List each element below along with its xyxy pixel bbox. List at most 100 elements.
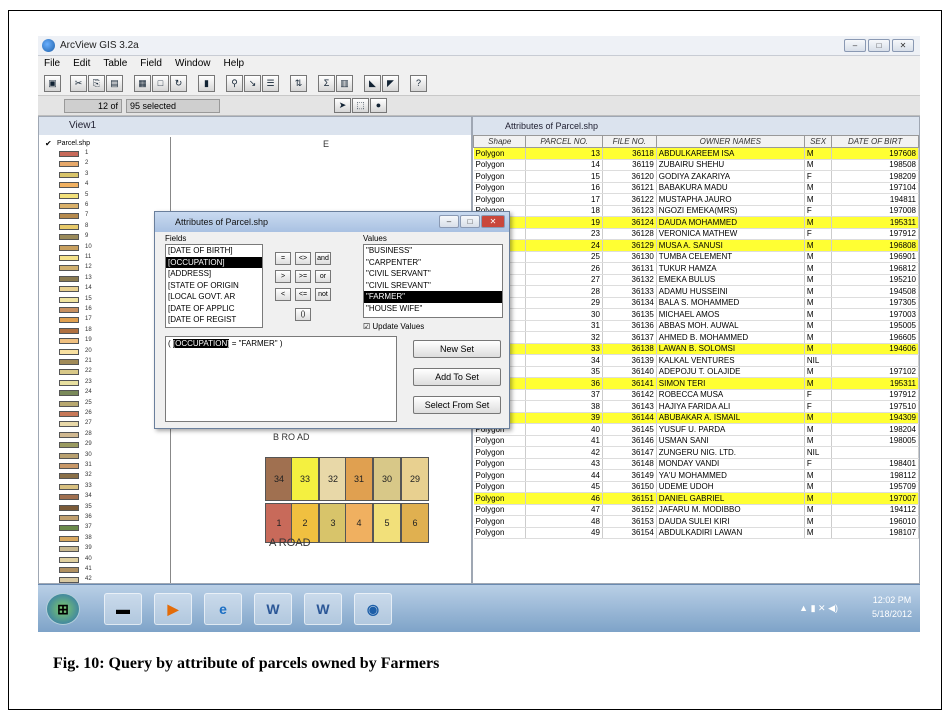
table-row[interactable]: Polygon 41 36146 USMAN SANI M 198005 <box>473 435 919 447</box>
table-row[interactable]: Polygon3836143HAJIYA FARIDA ALIF197510 <box>473 400 919 413</box>
copy-icon[interactable]: ⎘ <box>88 75 105 92</box>
dialog-maximize-button[interactable]: □ <box>460 215 480 228</box>
add-to-set-button[interactable]: Add To Set <box>413 368 501 386</box>
field-item[interactable]: [STATE OF ORIGIN <box>166 280 262 292</box>
field-item[interactable]: [DATE OF REGIST <box>166 314 262 326</box>
table-row[interactable]: Polygon 49 36154 ABDULKADIRI LAWAN M 198107 <box>473 527 919 539</box>
table-row[interactable]: Polygon2636131TUKUR HAMZAM196812 <box>473 262 919 275</box>
table-row[interactable]: Polygon 46 36151 DANIEL GABRIEL M 197007 <box>473 492 919 505</box>
menu-help[interactable]: Help <box>224 56 245 72</box>
properties-icon[interactable]: ▦ <box>134 75 151 92</box>
map-parcel[interactable]: 32 <box>319 457 347 501</box>
wordpad-icon[interactable]: W <box>254 593 292 625</box>
value-item[interactable]: "CIVIL SERVANT" <box>364 268 502 280</box>
chart-icon[interactable]: ▮ <box>198 75 215 92</box>
map-parcel[interactable]: 33 <box>291 457 319 501</box>
operator-button[interactable]: <> <box>295 252 311 265</box>
table-row[interactable]: Polygon 44 36149 YA'U MOHAMMED M 198112 <box>473 469 919 482</box>
maximize-button[interactable]: □ <box>868 39 890 52</box>
explorer-icon[interactable]: ▬ <box>104 593 142 625</box>
table-row[interactable]: Polygon1936124DAUDA MOHAMMEDM195311 <box>473 216 919 229</box>
map-parcel[interactable]: 3 <box>319 503 347 543</box>
close-button[interactable]: ✕ <box>892 39 914 52</box>
table-row[interactable]: Polygon2736132EMEKA BULUSM195210 <box>473 274 919 286</box>
table-row[interactable]: Polygon 48 36153 DAUDA SULEI KIRI M 196010 <box>473 515 919 528</box>
help-icon[interactable]: ? <box>410 75 427 92</box>
table-row[interactable]: Polygon3536140ADEPOJU T. OLAJIDEM197102 <box>473 366 919 378</box>
value-item[interactable]: "CIVIL SREVANT" <box>364 280 502 292</box>
operator-button[interactable]: not <box>315 288 331 301</box>
new-set-button[interactable]: New Set <box>413 340 501 358</box>
table-row[interactable]: Polygon2936134BALA S. MOHAMMEDM197305 <box>473 297 919 309</box>
table-row[interactable]: Polygon 16 36121 BABAKURA MADU M 197104 <box>473 182 919 194</box>
table-row[interactable]: Polygon3036135MICHAEL AMOSM197003 <box>473 308 919 321</box>
select-tool-icon[interactable]: ⬚ <box>352 98 369 113</box>
map-parcel[interactable]: 4 <box>345 503 373 543</box>
field-item[interactable]: [OCCUPATION] <box>166 256 262 268</box>
promote-icon[interactable]: ☰ <box>262 75 279 92</box>
column-header[interactable]: Shape <box>472 135 527 148</box>
operator-button[interactable]: () <box>295 308 311 321</box>
column-header[interactable]: SEX <box>803 135 833 148</box>
table-row[interactable]: Polygon 42 36147 ZUNGERU NIG. LTD. NIL <box>473 446 919 459</box>
table-row[interactable]: Polygon 47 36152 JAFARU M. MODIBBO M 194112 <box>473 504 919 516</box>
column-header[interactable]: PARCEL NO. <box>525 135 603 148</box>
field-item[interactable]: [DATE OF APPLIC <box>166 303 262 315</box>
clear-select-icon[interactable]: ◤ <box>382 75 399 92</box>
update-values-checkbox[interactable]: ☑ Update Values <box>363 322 424 331</box>
table-row[interactable]: Polygon2836133ADAMU HUSSEINIM194508 <box>473 285 919 298</box>
save-icon[interactable]: ▣ <box>44 75 61 92</box>
word-icon[interactable]: W <box>304 593 342 625</box>
operator-button[interactable]: < <box>275 288 291 301</box>
field-item[interactable]: [ADDRESS] <box>166 268 262 280</box>
pointer-icon[interactable]: ➤ <box>334 98 351 113</box>
table-row[interactable]: Polygon 14 36119 ZUBAIRU SHEHU M 198508 <box>473 159 919 171</box>
operator-button[interactable]: = <box>275 252 291 265</box>
value-item[interactable]: "HOUSE WIFE" <box>364 303 502 315</box>
sort-icon[interactable]: ⇅ <box>290 75 307 92</box>
table-row[interactable]: Polygon3936144ABUBAKAR A. ISMAILM194309 <box>473 412 919 424</box>
field-item[interactable]: [DATE OF BIRTH] <box>166 245 262 257</box>
paste-icon[interactable]: ▤ <box>106 75 123 92</box>
map-parcel[interactable]: 31 <box>345 457 373 501</box>
menu-file[interactable]: File <box>44 56 60 72</box>
operator-button[interactable]: and <box>315 252 331 265</box>
find-icon[interactable]: ⚲ <box>226 75 243 92</box>
table-row[interactable]: Polygon3336138LAWAN B. SOLOMSIM194606 <box>473 343 919 355</box>
table-row[interactable]: Polygon2336128VERONICA MATHEWF197912 <box>473 228 919 240</box>
cut-icon[interactable]: ✂ <box>70 75 87 92</box>
operator-button[interactable]: or <box>315 270 331 283</box>
table-row[interactable]: Polygon3436139KALKAL VENTURESNIL <box>473 354 919 367</box>
media-player-icon[interactable]: ▶ <box>154 593 192 625</box>
start-button[interactable]: ⊞ <box>46 593 80 625</box>
column-header[interactable]: OWNER NAMES <box>655 135 805 148</box>
arcview-icon[interactable]: ◉ <box>354 593 392 625</box>
table-row[interactable]: Polygon3636141SIMON TERIM195311 <box>473 377 919 390</box>
operator-button[interactable]: > <box>275 270 291 283</box>
stats-icon[interactable]: ▥ <box>336 75 353 92</box>
table-row[interactable]: Polygon3136136ABBAS MOH. AUWALM195005 <box>473 320 919 332</box>
menu-window[interactable]: Window <box>175 56 211 72</box>
column-header[interactable]: FILE NO. <box>601 135 657 148</box>
layer-checkbox[interactable]: ✔ <box>45 139 52 148</box>
expression-editor[interactable]: ( [OCCUPATION] = "FARMER" ) <box>165 336 397 422</box>
select-from-set-button[interactable]: Select From Set <box>413 396 501 414</box>
table-row[interactable]: Polygon2436129MUSA A. SANUSIM196808 <box>473 239 919 252</box>
legend-toc[interactable]: ✔ Parcel.shp 1 2 3 4 5 6 7 8 9 10 11 12 13 14 15 16 17 18… <box>41 137 171 583</box>
tray-icons[interactable]: ▲ ▮ ✕ ◀) <box>799 603 838 614</box>
query-icon[interactable]: ↘ <box>244 75 261 92</box>
table-row[interactable]: Polygon 43 36148 MONDAY VANDI F 198401 <box>473 458 919 470</box>
value-item[interactable]: "BUSINESS" <box>364 245 502 257</box>
table-row[interactable]: Polygon 17 36122 MUSTAPHA JAURO M 194811 <box>473 193 919 206</box>
fields-list[interactable]: [DATE OF BIRTH] [OCCUPATION] [ADDRESS] [STA… <box>165 244 263 328</box>
dialog-minimize-button[interactable]: – <box>439 215 459 228</box>
table-row[interactable]: Polygon3236137AHMED B. MOHAMMEDM196605 <box>473 331 919 344</box>
table-row[interactable]: Polygon3736142ROBECCA MUSAF197912 <box>473 389 919 401</box>
refresh-icon[interactable]: ↻ <box>170 75 187 92</box>
map-parcel[interactable]: 34 <box>265 457 293 501</box>
select-all-icon[interactable]: ◣ <box>364 75 381 92</box>
sum-icon[interactable]: Σ <box>318 75 335 92</box>
menu-table[interactable]: Table <box>103 56 127 72</box>
map-parcel[interactable]: 5 <box>373 503 401 543</box>
operator-button[interactable]: >= <box>295 270 311 283</box>
